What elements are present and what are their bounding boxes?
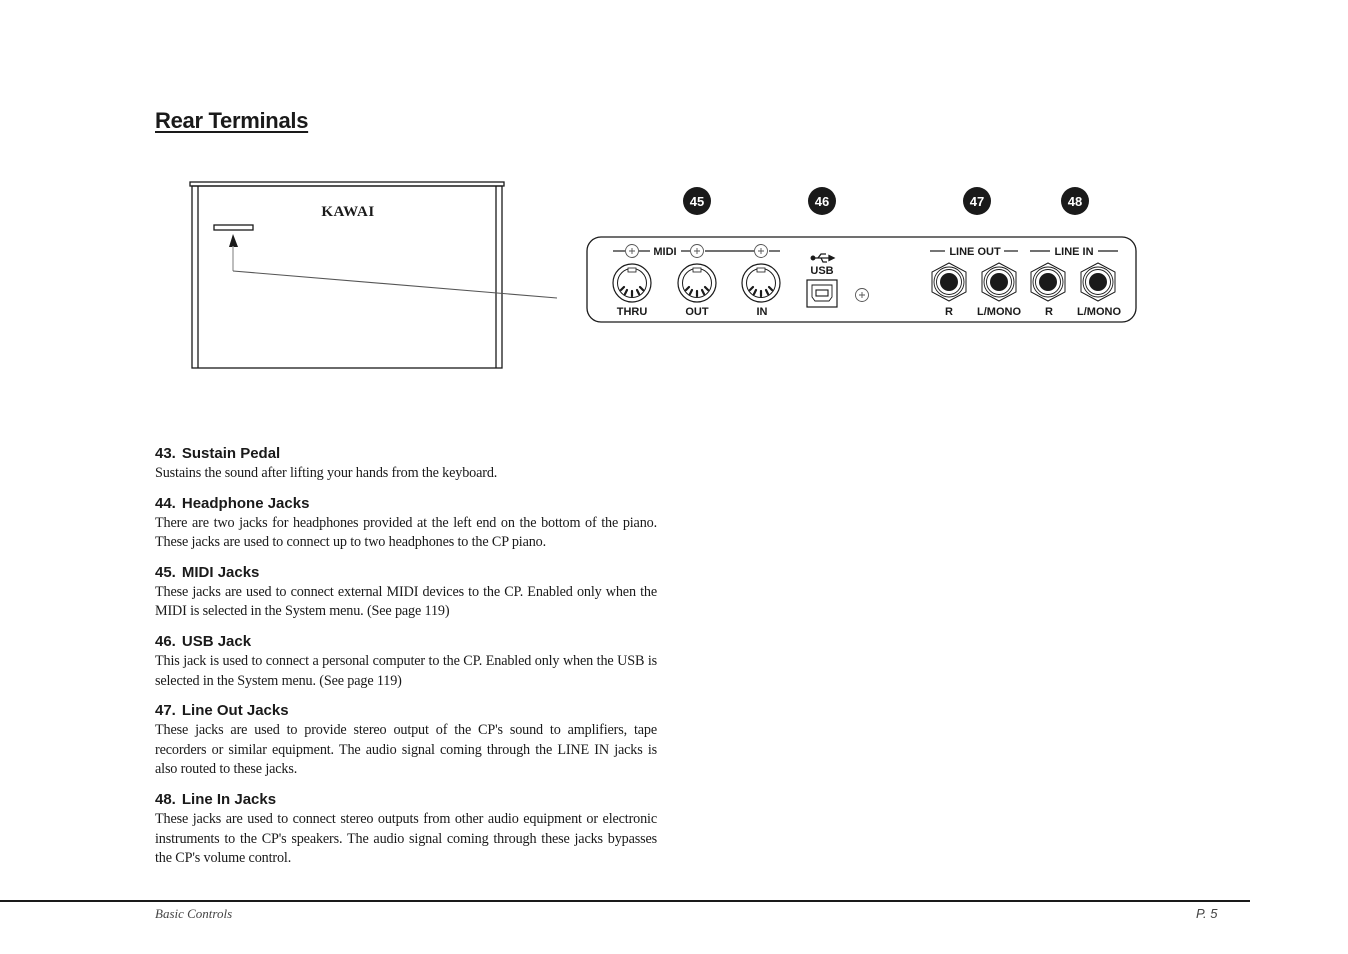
line-out-label: LINE OUT	[949, 246, 1001, 258]
section-heading: 47. Line Out Jacks	[155, 702, 289, 720]
section-heading: 46. USB Jack	[155, 632, 252, 650]
midi-out-label: OUT	[685, 306, 709, 318]
section-body: These jacks are used to provide stereo o…	[155, 722, 657, 778]
svg-text:47: 47	[970, 194, 984, 209]
page-number: P. 5	[1196, 906, 1218, 921]
line-in-r-label: R	[1045, 306, 1053, 318]
terminal-descriptions: 43. Sustain Pedal Sustains the sound afte…	[155, 444, 657, 879]
section-sustain-pedal: 43. Sustain Pedal Sustains the sound afte…	[155, 444, 657, 484]
line-in-l-mono-label: L/MONO	[1077, 306, 1121, 318]
leader-arrow	[229, 234, 558, 299]
section-line-out-jacks: 47. Line Out Jacks These jacks are used t…	[155, 701, 657, 780]
midi-group-label: MIDI	[653, 246, 676, 258]
callout-47: 47	[963, 187, 991, 215]
section-headphone-jacks: 44. Headphone Jacks There are two jacks f…	[155, 494, 657, 553]
midi-thru-label: THRU	[617, 306, 648, 318]
line-out-l-mono-label: L/MONO	[977, 306, 1021, 318]
svg-text:45: 45	[690, 194, 704, 209]
section-body: These jacks are used to connect external…	[155, 583, 657, 620]
screw-icon	[855, 288, 869, 302]
section-heading: 43. Sustain Pedal	[155, 445, 281, 462]
section-midi-jacks: 45. MIDI Jacks These jacks are used to co…	[155, 563, 657, 622]
section-usb-jack: 46. USB Jack This jack is used to connect…	[155, 632, 657, 691]
midi-in-port	[741, 263, 781, 303]
section-body: There are two jacks for headphones provi…	[155, 514, 657, 551]
screw-icon	[690, 244, 704, 258]
line-out-r-label: R	[945, 306, 953, 318]
usb-label: USB	[810, 265, 833, 277]
section-line-in-jacks: 48. Line In Jacks These jacks are used to…	[155, 790, 657, 869]
svg-text:48: 48	[1068, 194, 1082, 209]
callout-45: 45	[683, 187, 711, 215]
section-heading: 44. Headphone Jacks	[155, 494, 310, 512]
rear-terminals-diagram: KAWAI 45 46 47 48 MIDI THRU OUT IN USB L…	[189, 181, 1137, 369]
section-body: This jack is used to connect a personal …	[155, 652, 657, 689]
usb-port	[806, 279, 838, 308]
line-in-label: LINE IN	[1054, 246, 1093, 258]
screw-icon	[625, 244, 639, 258]
arrow-head-icon	[229, 234, 238, 247]
section-body: Sustains the sound after lifting your ha…	[155, 465, 498, 481]
svg-text:46: 46	[815, 194, 829, 209]
terminal-panel-location	[213, 224, 254, 231]
midi-out-port	[677, 263, 717, 303]
callout-48: 48	[1061, 187, 1089, 215]
callout-46: 46	[808, 187, 836, 215]
kawai-logo: KAWAI	[321, 204, 374, 220]
footer-chapter-title: Basic Controls	[155, 906, 233, 921]
midi-thru-port	[612, 263, 652, 303]
footer-divider	[0, 900, 1250, 902]
section-heading: 45. MIDI Jacks	[155, 563, 260, 581]
screw-icon	[754, 244, 768, 258]
section-body: These jacks are used to connect stereo o…	[155, 810, 657, 867]
section-heading: 48. Line In Jacks	[155, 790, 277, 808]
midi-in-label: IN	[757, 306, 768, 318]
